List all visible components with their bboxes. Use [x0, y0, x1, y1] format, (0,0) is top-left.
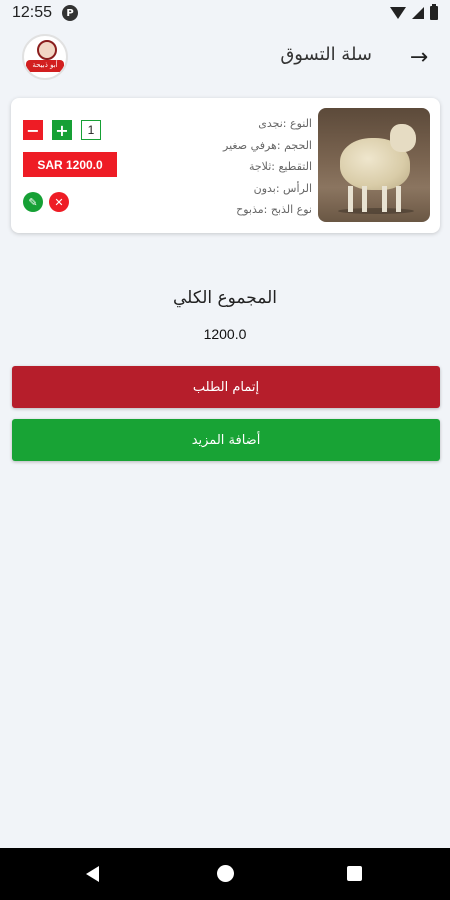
detail-type: النوع :نجدى	[258, 117, 312, 130]
brand-logo: أبو ذبيحة	[22, 34, 68, 80]
wifi-icon	[390, 7, 406, 19]
price-badge: SAR 1200.0	[23, 152, 117, 177]
decrease-quantity-button[interactable]: −	[23, 120, 43, 140]
navigation-bar	[0, 848, 450, 900]
sheep-leg	[348, 186, 353, 212]
edit-icon[interactable]: ✎	[23, 192, 43, 212]
detail-cutting: التقطيع :ثلاجة	[248, 160, 312, 173]
nav-home-icon[interactable]	[217, 865, 234, 882]
notification-icon: P	[62, 5, 79, 21]
logo-text: أبو ذبيحة	[32, 61, 58, 69]
quantity-stepper: − + 1	[23, 120, 101, 140]
increase-quantity-button[interactable]: +	[52, 120, 72, 140]
sheep-image	[318, 108, 430, 222]
cart-item-card: النوع :نجدى الحجم :هرفي صغير التقطيع :ثل…	[11, 98, 440, 233]
quantity-value: 1	[81, 120, 101, 140]
page-title: سلة التسوق	[280, 44, 372, 65]
item-actions: ✎ ✕	[23, 192, 69, 212]
status-bar: 12:55 P	[0, 0, 450, 26]
total-label: المجموع الكلي	[173, 288, 277, 308]
checkout-button[interactable]: إتمام الطلب	[12, 366, 440, 408]
nav-recents-icon[interactable]	[347, 866, 362, 881]
nav-back-icon[interactable]	[86, 866, 99, 882]
status-icons	[390, 4, 438, 20]
add-more-button[interactable]: أضافة المزيد	[12, 419, 440, 461]
detail-size: الحجم :هرفي صغير	[223, 138, 312, 152]
detail-head: الرأس :بدون	[253, 181, 312, 195]
total-value: 1200.0	[203, 326, 247, 342]
sheep-leg	[396, 186, 401, 212]
detail-slaughter: نوع الذبح :مذبوح	[236, 203, 312, 216]
item-details: النوع :نجدى الحجم :هرفي صغير التقطيع :ثل…	[162, 113, 312, 221]
sheep-leg	[362, 186, 367, 212]
app-header: أبو ذبيحة سلة التسوق →	[0, 26, 450, 90]
sheep-leg	[382, 186, 387, 212]
status-time: 12:55	[12, 4, 53, 21]
logo-face-icon	[37, 40, 57, 60]
delete-icon[interactable]: ✕	[49, 192, 69, 212]
signal-icon	[412, 7, 424, 19]
battery-icon	[430, 4, 438, 20]
sheep-head	[390, 124, 416, 152]
back-arrow-icon[interactable]: →	[406, 44, 432, 70]
